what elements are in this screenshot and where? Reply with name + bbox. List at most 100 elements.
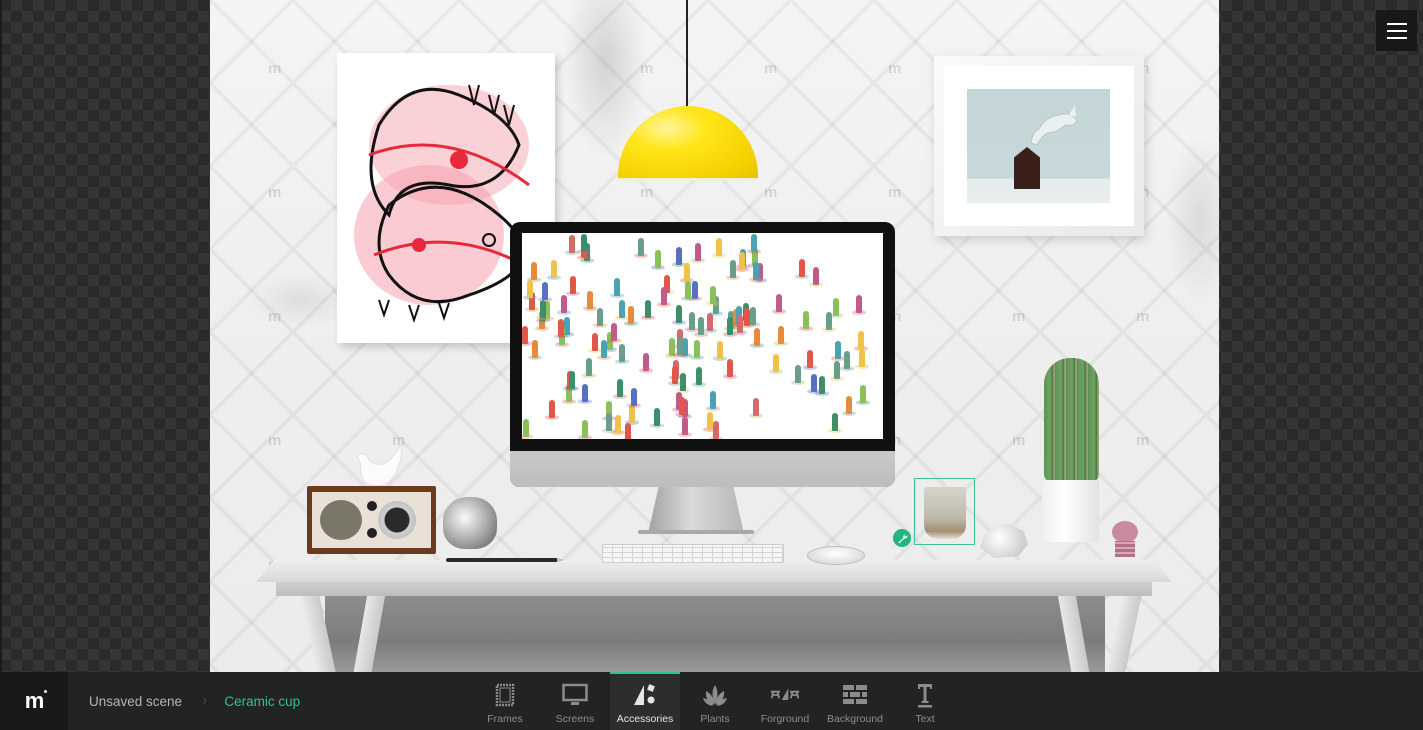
tab-plants[interactable]: Plants [680,672,750,730]
hamburger-icon [1386,22,1407,25]
tab-label: Forground [760,713,810,725]
edit-item-button[interactable] [893,529,911,547]
radio-tuning-dial [378,501,416,539]
crowd-figure [743,308,750,327]
crowd-figure [561,295,568,314]
lamp-rim [618,178,758,181]
crowd-figure [631,388,638,407]
crowd-figure [751,234,758,253]
white-picture-frame[interactable] [934,56,1144,236]
crowd-figure [642,352,649,371]
monitor-foot [638,530,754,534]
crowd-figure [727,316,734,335]
tab-label: Screens [555,713,595,725]
monitor-chin [510,451,895,487]
tab-forground[interactable]: Forground [750,672,820,730]
crowd-figure [532,340,539,359]
crowd-figure [860,384,867,403]
crowd-figure [795,364,802,383]
crowd-figure [616,378,623,397]
crowd-figure [679,397,686,416]
cactus-plant[interactable] [1044,358,1099,482]
crowd-figure [581,384,588,403]
crowd-figure [730,260,737,279]
leaping-rabbit [1030,105,1078,146]
crowd-figure [857,330,864,349]
crowd-figure [693,339,700,358]
crowd-figure [569,275,576,294]
ceramic-bird[interactable] [353,442,405,488]
wooden-radio[interactable] [307,486,436,554]
crowd-figure [526,279,533,298]
crowd-figure [637,238,644,257]
crowd-figure [727,358,734,377]
chevron-right-icon: › [202,692,207,709]
crowd-figure [858,348,865,367]
crowd-figure [778,326,785,345]
frame-icon [490,682,520,708]
watermark-mark: m [268,432,282,449]
lamp-cord [686,0,688,108]
crowd-figure [697,317,704,336]
watermark-mark: m [1136,432,1150,449]
crowd-figure [811,374,818,393]
monitor-icon [560,682,590,708]
crowd-figure [709,286,716,304]
watermark-mark: m [764,60,778,77]
pink-figurine[interactable] [1110,521,1140,563]
crowd-figure [846,396,853,415]
crowd-figure [856,294,863,313]
menu-button[interactable] [1376,10,1417,51]
crowd-figure [689,311,696,330]
crowd-figure [564,317,571,336]
scene-canvas[interactable]: mmmmmmmmmmmmmmmmmmmmmmmmmmmmmmmmmmmmmmmm [210,0,1219,672]
crowd-figure [606,413,613,432]
tab-label: Text [915,713,935,725]
bottom-toolbar: m Unsaved scene › Ceramic cup Frames Scr… [0,672,1423,730]
crowd-figure [772,354,779,373]
hamburger-icon-line [1386,36,1407,39]
rabbit-house-photo [967,89,1110,203]
watermark-mark: m [1136,308,1150,325]
hamburger-icon-line [1386,29,1407,32]
figurine-head [1112,521,1138,543]
tab-text[interactable]: Text [890,672,960,730]
tab-label: Accessories [616,713,674,725]
crowd-figure [683,262,690,281]
watermark-mark: m [268,60,282,77]
crowd-figure [625,422,632,439]
crowd-figure [775,293,782,312]
radio-knob [367,528,377,538]
breadcrumb-scene[interactable]: Unsaved scene [89,694,182,709]
crowd-figure [844,350,851,369]
crowd-figure [834,340,841,359]
crowd-figure [677,337,684,356]
crowd-figure [539,299,546,318]
watermark-mark: m [268,308,282,325]
keyboard[interactable] [602,544,784,563]
mouse[interactable] [807,546,865,565]
monitor-stand [648,487,744,533]
selection-box[interactable] [914,478,975,545]
app-logo[interactable]: m [0,672,68,730]
tab-background[interactable]: Background [820,672,890,730]
watermark-mark: m [268,184,282,201]
desk-top[interactable] [256,560,1172,582]
crowd-figure [568,370,575,389]
crowd-figure [655,250,662,269]
crowd-figure [592,333,599,352]
pencil[interactable] [446,558,564,562]
crowd-figure [530,262,537,281]
tab-screens[interactable]: Screens [540,672,610,730]
radio-knob [367,501,377,511]
crowd-figure [597,307,604,326]
crowd-figure [752,262,759,281]
breadcrumb-current-item: Ceramic cup [224,693,301,709]
crowd-figure [601,340,608,359]
imac-monitor[interactable] [510,222,895,487]
tab-frames[interactable]: Frames [470,672,540,730]
tab-accessories[interactable]: Accessories [610,672,680,730]
chrome-skull[interactable] [443,497,497,549]
crowd-figure [661,286,668,305]
crowd-figure [654,408,661,427]
